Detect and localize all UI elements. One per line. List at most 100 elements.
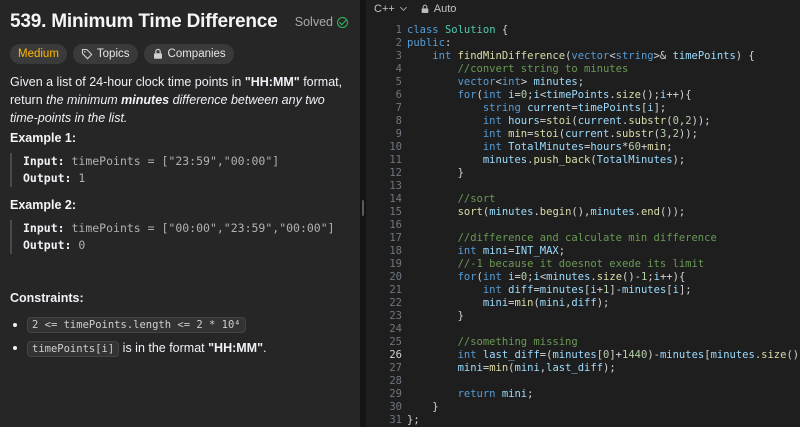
code-line[interactable]: return mini; [407,388,534,400]
problem-tags: Medium Topics Companies [10,44,234,64]
auto-label: Auto [433,3,457,15]
line-number: 26 [389,349,402,361]
output-value: 1 [78,171,86,185]
code-line[interactable]: int last_diff=(minutes[0]+1440)-minutes[… [407,349,800,361]
problem-title: 539. Minimum Time Difference [10,11,278,32]
code-line[interactable]: }; [407,414,420,426]
desc-emph: the minimum [46,93,122,107]
code-line[interactable]: int diff=minutes[i+1]-minutes[i]; [407,284,692,296]
resize-grip-icon[interactable] [362,200,364,216]
line-number: 29 [389,388,402,400]
output-label: Output: [23,238,72,252]
code-line[interactable]: mini=min(mini,diff); [407,297,610,309]
line-number: 6 [395,89,402,101]
solved-status: Solved [295,15,348,29]
input-value: timePoints = ["00:00","23:59","00:00"] [71,221,335,235]
code-line[interactable]: } [407,167,464,179]
line-number: 4 [395,63,402,75]
input-label: Input: [23,154,65,168]
constraint-code: timePoints[i] [27,341,120,357]
line-number: 17 [389,232,402,244]
line-number: 21 [389,284,402,296]
lock-icon [153,48,162,59]
constraint-code: 2 <= timePoints.length <= 2 * 10⁴ [27,317,246,333]
code-line[interactable]: //difference and calculate min differenc… [407,232,717,244]
code-line[interactable]: } [407,310,464,322]
code-line[interactable]: for(int i=0;i<minutes.size()-1;i++){ [407,271,686,283]
code-line[interactable]: int mini=INT_MAX; [407,245,566,257]
code-line[interactable]: mini=min(mini,last_diff); [407,362,616,374]
line-number: 22 [389,297,402,309]
language-label: C++ [374,3,395,15]
example-2-heading: Example 2: [10,198,77,212]
line-number: 13 [389,180,402,192]
line-number: 2 [395,37,402,49]
desc-text: Given a list of 24-hour clock time point… [10,75,245,89]
code-line[interactable]: //-1 because it doesnot exede its limit [407,258,705,270]
language-select[interactable]: C++ [374,3,407,15]
code-line[interactable]: string current=timePoints[i]; [407,102,666,114]
line-number: 20 [389,271,402,283]
code-line[interactable]: minutes.push_back(TotalMinutes); [407,154,685,166]
code-line[interactable]: //sort [407,193,496,205]
line-number: 9 [395,128,402,140]
chevron-down-icon [399,3,407,12]
constraints-heading: Constraints: [10,291,84,305]
code-line[interactable]: vector<int> minutes; [407,76,584,88]
line-number: 28 [389,375,402,387]
line-number: 11 [389,154,402,166]
bullet [13,323,17,327]
auto-mode[interactable]: Auto [420,3,457,15]
constraint-item: 2 <= timePoints.length <= 2 * 10⁴ [10,317,246,333]
difficulty-label: Medium [18,48,59,60]
desc-emph-bold: minutes [121,93,170,107]
line-number: 19 [389,258,402,270]
output-label: Output: [23,171,72,185]
constraint-end: . [263,341,267,355]
line-number: 18 [389,245,402,257]
solved-label: Solved [294,15,333,29]
line-number: 12 [389,167,402,179]
input-value: timePoints = ["23:59","00:00"] [71,154,280,168]
constraint-text: is in the format [119,341,209,355]
constraint-item: timePoints[i] is in the format "HH:MM". [10,341,267,357]
companies-label: Companies [167,48,226,60]
code-line[interactable]: } [407,401,438,413]
code-line[interactable]: int TotalMinutes=hours*60+min; [407,141,673,153]
code-line[interactable]: for(int i=0;i<timePoints.size();i++){ [407,89,692,101]
example-1-heading: Example 1: [10,131,77,145]
code-line[interactable]: //something missing [407,336,578,348]
constraint-format: "HH:MM" [208,341,264,355]
example-1-block: Input: timePoints = ["23:59","00:00"] Ou… [10,153,279,187]
code-line[interactable]: //convert string to minutes [407,63,629,75]
code-line[interactable]: int min=stoi(current.substr(3,2)); [407,128,698,140]
topics-button[interactable]: Topics [72,44,138,64]
input-label: Input: [23,221,65,235]
line-number: 31 [389,414,402,426]
code-line[interactable]: int hours=stoi(current.substr(0,2)); [407,115,711,127]
problem-panel: 539. Minimum Time Difference Solved Medi… [0,0,360,427]
code-line[interactable]: int findMinDifference(vector<string>& ti… [407,50,754,62]
topics-label: Topics [96,48,130,60]
code-line[interactable]: public: [407,37,451,49]
line-number: 15 [389,206,402,218]
code-editor-panel: C++ Auto 1 class Solution { 2 public: 3 int … [366,0,800,427]
editor-toolbar: C++ Auto [366,0,800,18]
check-circle-icon [337,16,348,28]
code-line[interactable]: class Solution { [407,24,508,36]
line-number: 24 [389,323,402,335]
line-number: 10 [389,141,402,153]
output-value: 0 [78,238,86,252]
bullet [13,346,17,350]
line-number: 1 [395,24,402,36]
example-2-block: Input: timePoints = ["00:00","23:59","00… [10,220,335,254]
line-number: 5 [395,76,402,88]
companies-button[interactable]: Companies [143,44,234,64]
line-number: 16 [389,219,402,231]
difficulty-badge[interactable]: Medium [10,44,67,64]
line-number: 3 [395,50,402,62]
line-number: 25 [389,336,402,348]
code-line[interactable]: sort(minutes.begin(),minutes.end()); [407,206,686,218]
problem-description: Given a list of 24-hour clock time point… [10,73,350,127]
line-number: 14 [389,193,402,205]
